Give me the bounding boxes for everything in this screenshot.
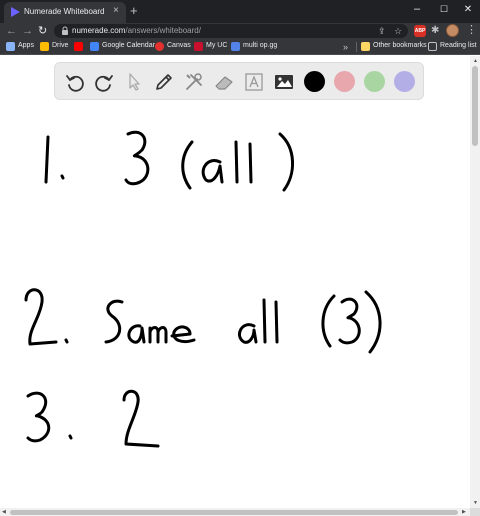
- color-swatch-black[interactable]: [304, 71, 325, 92]
- bookmark-label: Other bookmarks: [373, 42, 427, 49]
- whiteboard-page: [0, 56, 470, 508]
- tab-numerade-whiteboard[interactable]: Numerade Whiteboard ×: [4, 2, 126, 23]
- bookmark-label: Canvas: [167, 42, 191, 49]
- reading-list-icon: [428, 42, 437, 51]
- url-text: numerade.com/answers/whiteboard/: [72, 26, 201, 35]
- bookmark-label: Drive: [52, 42, 69, 49]
- close-window-button[interactable]: ✕: [461, 3, 475, 16]
- bookmark-label: My UC: [206, 42, 228, 49]
- bookmarks-overflow-icon[interactable]: »: [343, 40, 348, 54]
- image-icon[interactable]: [273, 71, 295, 93]
- browser-toolbar: ← → ↻ numerade.com/answers/whiteboard/ ⇪…: [0, 23, 480, 39]
- numerade-logo-icon: [11, 7, 20, 17]
- bookmark-label: multi op.gg: [243, 42, 278, 49]
- undo-icon[interactable]: [64, 71, 86, 93]
- vertical-scrollbar[interactable]: ▲ ▼: [470, 56, 480, 508]
- tab-title: Numerade Whiteboard: [24, 7, 105, 16]
- back-icon[interactable]: ←: [6, 24, 17, 38]
- pen-icon[interactable]: [153, 71, 175, 93]
- minimize-button[interactable]: –: [410, 3, 424, 16]
- opgg-icon: [231, 42, 240, 51]
- adblock-extension-icon[interactable]: ABP: [414, 25, 426, 37]
- scroll-left-icon[interactable]: ◀: [2, 509, 6, 515]
- color-swatch-purple[interactable]: [394, 71, 415, 92]
- tab-strip: Numerade Whiteboard × + – ☐ ✕: [0, 0, 480, 23]
- address-bar[interactable]: numerade.com/answers/whiteboard/ ⇪ ☆: [54, 24, 408, 38]
- canvas-icon: [155, 42, 164, 51]
- reload-icon[interactable]: ↻: [38, 24, 47, 38]
- eraser-icon[interactable]: [213, 71, 235, 93]
- horizontal-scroll-thumb[interactable]: [10, 510, 458, 515]
- scroll-right-icon[interactable]: ▶: [462, 509, 466, 515]
- bookmarks-bar: Apps Drive Google Calendar Canvas My UC …: [0, 39, 480, 55]
- calendar-icon: [90, 42, 99, 51]
- lock-icon: [62, 26, 68, 35]
- extensions-icon[interactable]: ✱: [431, 25, 443, 37]
- bookmark-label: Reading list: [440, 42, 477, 49]
- bookmark-label: Google Calendar: [102, 42, 155, 49]
- url-host: numerade.com: [72, 26, 126, 35]
- folder-icon: [361, 42, 370, 51]
- whiteboard-toolbar: [54, 62, 424, 100]
- color-swatch-green[interactable]: [364, 71, 385, 92]
- url-path: /answers/whiteboard/: [125, 26, 201, 35]
- forward-icon[interactable]: →: [22, 24, 33, 38]
- maximize-button[interactable]: ☐: [437, 3, 451, 16]
- drive-icon: [40, 42, 49, 51]
- new-tab-button[interactable]: +: [130, 4, 138, 17]
- handwritten-line-2: [24, 288, 382, 354]
- handwritten-line-1: [44, 130, 295, 192]
- menu-icon[interactable]: ⋮: [466, 23, 477, 38]
- handwriting-layer: [24, 130, 382, 448]
- redo-icon[interactable]: [93, 71, 115, 93]
- select-cursor-icon[interactable]: [123, 71, 145, 93]
- whiteboard-canvas[interactable]: [0, 104, 470, 508]
- scroll-up-icon[interactable]: ▲: [473, 58, 478, 64]
- bookmark-label: Apps: [18, 42, 34, 49]
- youtube-icon: [74, 42, 83, 51]
- handwritten-line-3: [26, 389, 160, 448]
- scrollbar-corner: [470, 508, 480, 516]
- divider: [356, 42, 357, 52]
- uc-shield-icon: [194, 42, 203, 51]
- text-tool-icon[interactable]: [243, 71, 265, 93]
- tab-close-icon[interactable]: ×: [113, 5, 119, 17]
- horizontal-scrollbar[interactable]: ◀ ▶: [0, 508, 470, 516]
- color-swatch-pink[interactable]: [334, 71, 355, 92]
- star-icon[interactable]: ☆: [394, 25, 402, 37]
- vertical-scroll-thumb[interactable]: [472, 66, 478, 146]
- share-icon[interactable]: ⇪: [378, 25, 386, 37]
- avatar[interactable]: [446, 24, 459, 37]
- apps-grid-icon: [6, 42, 15, 51]
- tools-icon[interactable]: [183, 71, 205, 93]
- scroll-down-icon[interactable]: ▼: [473, 500, 478, 506]
